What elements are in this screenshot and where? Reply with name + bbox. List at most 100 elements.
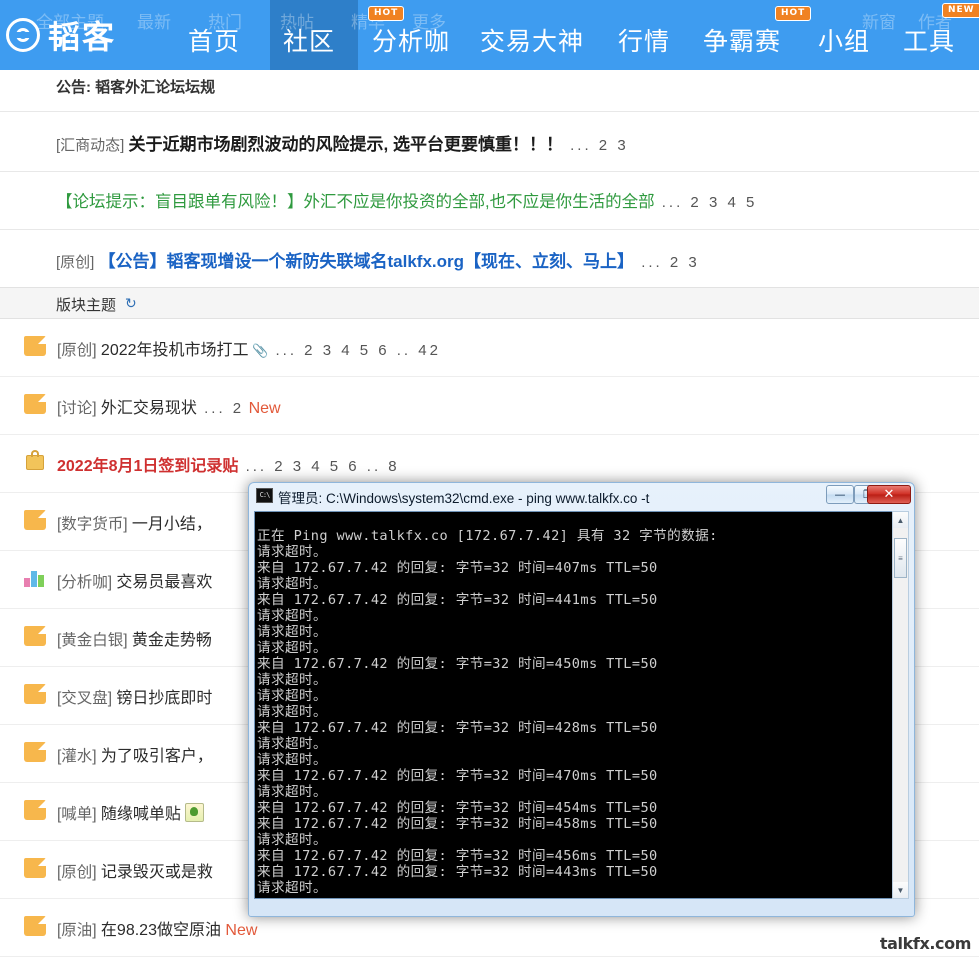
top-navigation-bar: 全部主题 最新 热门 热帖 精华 更多 新窗 作者 韬客 首页 社区 分析咖 交易大神 行情 争霸赛 小组… xyxy=(0,0,979,70)
topic-title-link[interactable]: 外汇交易现状 xyxy=(101,400,197,417)
topic-page-links[interactable]: ... 2 3 4 5 6 .. 42 xyxy=(268,342,441,359)
announcement-tag: [原创] xyxy=(56,254,99,271)
topic-text: [讨论] 外汇交易现状 ... 2 New xyxy=(57,394,281,418)
nav-item-2[interactable]: 社区 xyxy=(283,22,335,58)
folder-icon xyxy=(24,394,46,414)
topic-title-link[interactable]: 2022年投机市场打工 xyxy=(101,342,249,359)
divider xyxy=(0,171,979,172)
topic-tag[interactable]: [原创] xyxy=(57,342,101,359)
topic-title-link[interactable]: 2022年8月1日签到记录贴 xyxy=(57,458,238,475)
minimize-button[interactable]: — xyxy=(826,485,854,504)
emoji-icon xyxy=(185,803,205,822)
nav-badge-hot-1: HOT xyxy=(368,6,405,21)
nav-item-3[interactable]: 分析咖 xyxy=(372,22,450,58)
announcement-page-links[interactable]: ... 2 3 xyxy=(634,254,700,271)
attachment-icon: 📎 xyxy=(248,343,269,358)
folder-icon xyxy=(24,626,46,646)
folder-icon xyxy=(24,858,46,878)
topic-text: [数字货币] 一月小结， xyxy=(57,510,212,534)
topic-row[interactable]: [原创] 2022年投机市场打工 📎 ... 2 3 4 5 6 .. 42 xyxy=(0,319,979,377)
announcement-heading: 公告: 韬客外汇论坛坛规 xyxy=(56,79,216,96)
nav-item-7[interactable]: 小组 xyxy=(818,22,870,58)
topic-text: [分析咖] 交易员最喜欢 xyxy=(57,568,212,592)
topic-text: [原创] 记录毁灭或是救 xyxy=(57,858,213,882)
section-title: 版块主题 xyxy=(56,297,117,314)
announcement-title-link[interactable]: 关于近期市场剧烈波动的风险提示, 选平台更要慎重！！！ xyxy=(129,135,563,154)
close-icon: ✕ xyxy=(883,487,895,502)
bar-chart-icon xyxy=(24,570,46,587)
topic-tag[interactable]: [喊单] xyxy=(57,806,101,823)
folder-icon xyxy=(24,916,46,936)
nav-item-1[interactable]: 首页 xyxy=(188,22,240,58)
new-badge: New xyxy=(220,922,258,939)
topic-text: [黄金白银] 黄金走势畅 xyxy=(57,626,212,650)
minimize-icon: — xyxy=(834,488,846,501)
announcement-page-links[interactable]: ... 2 3 xyxy=(563,137,629,154)
topic-tag[interactable]: [交叉盘] xyxy=(57,690,116,707)
announcement-title-link[interactable]: 【公告】韬客现增设一个新防失联域名talkfx.org【现在、立刻、马上】 xyxy=(99,252,635,271)
folder-icon xyxy=(24,800,46,820)
site-watermark: talkfx.com xyxy=(879,934,971,953)
topic-title-link[interactable]: 黄金走势畅 xyxy=(132,632,212,649)
announcement-row[interactable]: 【论坛提示：盲目跟单有风险！】外汇不应是你投资的全部,也不应是你生活的全部 ..… xyxy=(56,188,757,212)
topic-row[interactable]: [讨论] 外汇交易现状 ... 2 New xyxy=(0,377,979,435)
topic-tag[interactable]: [分析咖] xyxy=(57,574,116,591)
ghost-subnav-item-2: 最新 xyxy=(137,13,171,32)
topic-title-link[interactable]: 随缘喊单贴 xyxy=(101,806,181,823)
new-badge: New xyxy=(244,400,281,417)
topic-title-link[interactable]: 为了吸引客户， xyxy=(101,748,213,765)
nav-badge-new-3: NEW xyxy=(942,3,979,18)
folder-icon xyxy=(24,510,46,530)
nav-item-6[interactable]: 争霸赛 xyxy=(703,22,781,58)
divider xyxy=(0,111,979,112)
nav-badge-hot-2: HOT xyxy=(775,6,812,21)
scroll-down-icon[interactable]: ▼ xyxy=(893,882,908,898)
topic-text: [灌水] 为了吸引客户， xyxy=(57,742,213,766)
logo-mark-icon xyxy=(6,18,40,52)
nav-item-4[interactable]: 交易大神 xyxy=(480,22,584,58)
topic-title-link[interactable]: 记录毁灭或是救 xyxy=(101,864,213,881)
folder-icon xyxy=(24,742,46,762)
cmd-scrollbar[interactable]: ▲ ≡ ▼ xyxy=(892,511,909,899)
announcement-tag: [汇商动态] xyxy=(56,137,129,154)
topic-page-links[interactable]: ... 2 3 4 5 6 .. 8 xyxy=(238,458,399,475)
topic-text: [交叉盘] 镑日抄底即时 xyxy=(57,684,212,708)
topic-tag[interactable]: [讨论] xyxy=(57,400,101,417)
scrollbar-thumb[interactable]: ≡ xyxy=(894,538,907,578)
topic-text: [喊单] 随缘喊单贴 xyxy=(57,800,205,824)
section-header-bar: 版块主题 ↻ xyxy=(0,287,979,319)
divider xyxy=(0,229,979,230)
topic-title-link[interactable]: 镑日抄底即时 xyxy=(116,690,212,707)
nav-item-5[interactable]: 行情 xyxy=(618,22,670,58)
folder-icon xyxy=(24,684,46,704)
topic-tag[interactable]: [原创] xyxy=(57,864,101,881)
lock-icon xyxy=(26,450,44,470)
announcement-page-links[interactable]: ... 2 3 4 5 xyxy=(655,194,758,211)
scroll-up-icon[interactable]: ▲ xyxy=(893,512,908,528)
folder-icon xyxy=(24,336,46,356)
topic-text: [原创] 2022年投机市场打工 📎 ... 2 3 4 5 6 .. 42 xyxy=(57,336,441,360)
announcement-title-link[interactable]: 【论坛提示：盲目跟单有风险！】外汇不应是你投资的全部,也不应是你生活的全部 xyxy=(56,193,655,211)
nav-item-8[interactable]: 工具 xyxy=(903,22,955,58)
topic-title-link[interactable]: 在98.23做空原油 xyxy=(101,922,221,939)
refresh-icon[interactable]: ↻ xyxy=(125,295,137,312)
close-button[interactable]: ✕ xyxy=(867,485,911,504)
topic-tag[interactable]: [黄金白银] xyxy=(57,632,132,649)
site-logo[interactable]: 韬客 xyxy=(6,13,116,57)
topic-tag[interactable]: [原油] xyxy=(57,922,101,939)
topic-page-links[interactable]: ... 2 xyxy=(197,400,244,417)
cmd-window-title: 管理员: C:\Windows\system32\cmd.exe - ping … xyxy=(278,491,650,506)
cmd-output-text: 正在 Ping www.talkfx.co [172.67.7.42] 具有 3… xyxy=(257,527,718,896)
topic-text: 2022年8月1日签到记录贴 ... 2 3 4 5 6 .. 8 xyxy=(57,452,400,476)
topic-title-link[interactable]: 一月小结， xyxy=(132,516,212,533)
cmd-title-bar[interactable]: C:\ 管理员: C:\Windows\system32\cmd.exe - p… xyxy=(249,483,914,509)
cmd-console-output-area[interactable]: 正在 Ping www.talkfx.co [172.67.7.42] 具有 3… xyxy=(254,511,894,899)
command-prompt-window[interactable]: C:\ 管理员: C:\Windows\system32\cmd.exe - p… xyxy=(248,482,915,917)
topic-text: [原油] 在98.23做空原油 New xyxy=(57,916,257,940)
topic-tag[interactable]: [数字货币] xyxy=(57,516,132,533)
announcement-row[interactable]: [原创] 【公告】韬客现增设一个新防失联域名talkfx.org【现在、立刻、马… xyxy=(56,247,700,272)
topic-title-link[interactable]: 交易员最喜欢 xyxy=(116,574,212,591)
announcement-row[interactable]: [汇商动态] 关于近期市场剧烈波动的风险提示, 选平台更要慎重！！！ ... 2… xyxy=(56,130,629,155)
topic-tag[interactable]: [灌水] xyxy=(57,748,101,765)
logo-text: 韬客 xyxy=(48,18,117,56)
